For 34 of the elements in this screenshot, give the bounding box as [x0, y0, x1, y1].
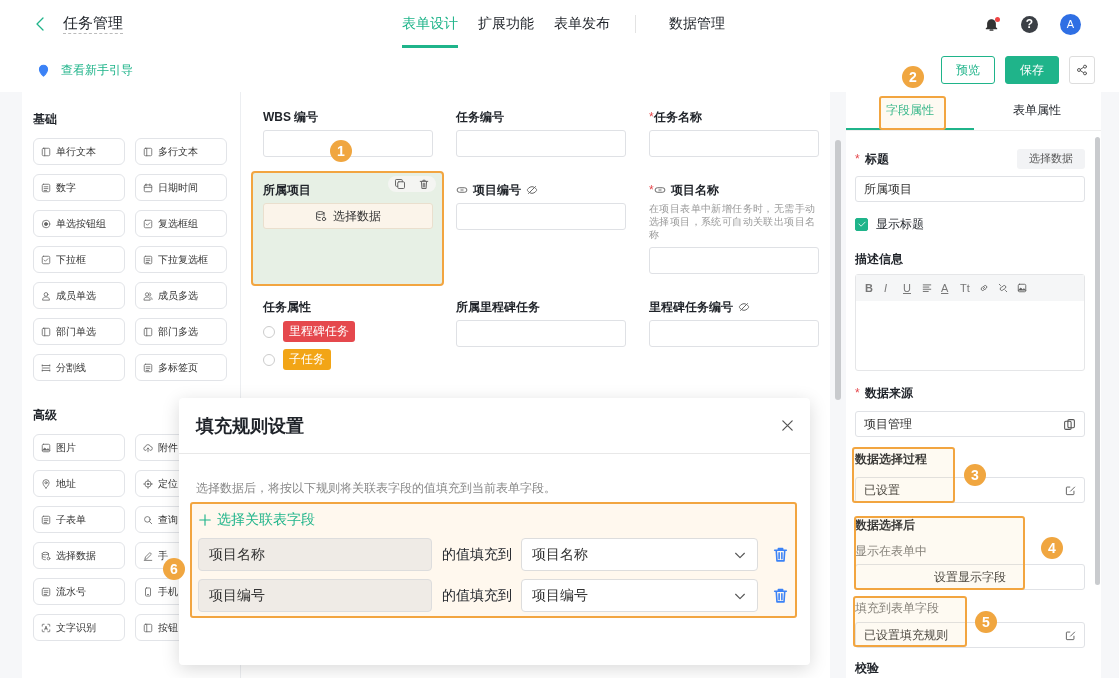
- field-label: 任务编号: [456, 108, 504, 126]
- option-tag: 子任务: [283, 349, 331, 370]
- field-label: 里程碑任务编号: [649, 298, 733, 316]
- rule-connector: 的值填充到: [442, 545, 513, 564]
- required-mark: *: [855, 386, 860, 400]
- rule-connector: 的值填充到: [442, 586, 513, 605]
- source-field: 项目编号: [198, 579, 433, 612]
- field-label: 所属里程碑任务: [456, 298, 540, 316]
- required-mark: *: [649, 183, 654, 197]
- field-label: WBS 编号: [263, 108, 319, 126]
- property-label: 描述信息: [855, 252, 903, 266]
- field-description: 在项目表单中新增任务时，无需手动选择项目，系统可自动关联出项目名称: [649, 202, 817, 241]
- property-label: 校验: [855, 661, 879, 675]
- property-label: 数据来源: [864, 386, 913, 400]
- property-hint: 显示在表单中: [855, 544, 927, 558]
- property-label: 数据选择过程: [855, 452, 927, 466]
- field-label: 项目名称: [670, 181, 719, 199]
- property-label: 数据选择后: [855, 518, 915, 532]
- palette-heading: 基础: [33, 112, 58, 126]
- dialog-title: 填充规则设置: [196, 414, 304, 438]
- checkbox-label: 显示标题: [876, 215, 924, 233]
- field-label: 项目编号: [473, 181, 521, 199]
- field-label: 任务属性: [263, 298, 311, 316]
- property-label: 填充到表单字段: [855, 601, 939, 615]
- property-label: 标题: [864, 152, 889, 166]
- palette-heading: 高级: [33, 408, 58, 422]
- field-label: 任务名称: [653, 108, 702, 126]
- app-title: 任务管理: [63, 14, 123, 34]
- required-mark: *: [649, 110, 654, 124]
- option-tag: 里程碑任务: [283, 321, 355, 342]
- dialog-hint: 选择数据后，将按以下规则将关联表字段的值填充到当前表单字段。: [196, 480, 557, 494]
- field-label: 所属项目: [263, 181, 311, 199]
- required-mark: *: [855, 152, 860, 166]
- source-field: 项目名称: [198, 538, 433, 571]
